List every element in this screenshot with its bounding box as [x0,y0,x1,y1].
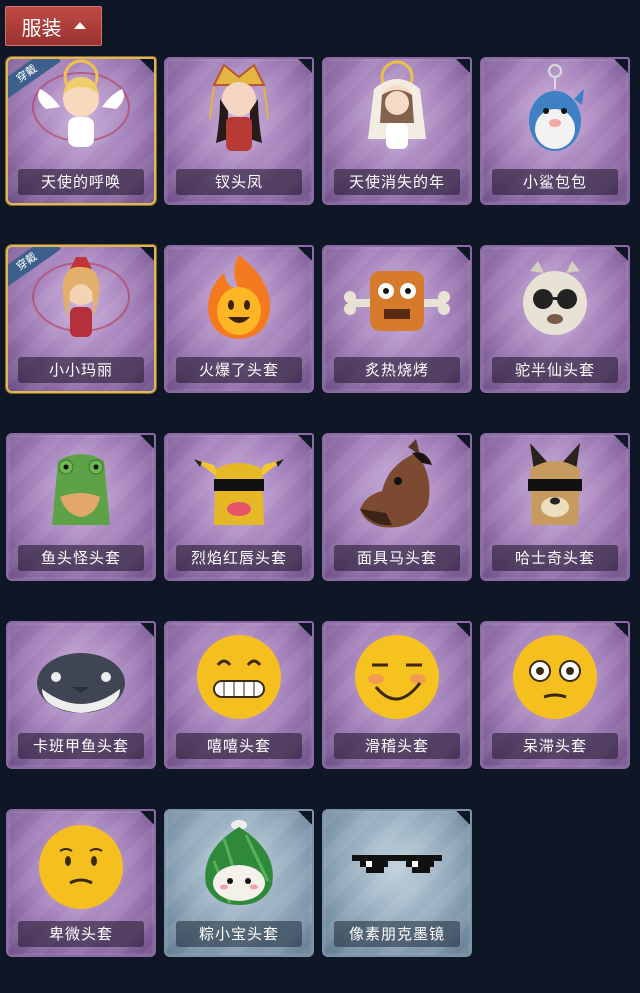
yellow-mask-icon [194,459,284,525]
mary-doll-icon [32,257,130,337]
fire-head-icon [208,255,271,339]
pixel-sunglasses-icon [352,855,442,873]
grin-emoji-icon [197,635,281,719]
costume-name: 天使的呼唤 [18,169,144,195]
husky-head-icon [528,443,582,525]
costume-name: 嘻嘻头套 [176,733,302,759]
humble-emoji-icon [39,825,123,909]
bbq-meat-icon [344,271,450,331]
costume-name: 天使消失的年 [334,169,460,195]
shark-keychain-icon [529,64,584,151]
costume-card[interactable]: 嘻嘻头套 [164,621,314,769]
costume-card[interactable]: 烈焰红唇头套 [164,433,314,581]
costume-name: 火爆了头套 [176,357,302,383]
costume-name: 小鲨包包 [492,169,618,195]
category-title: 服装 [21,15,62,40]
costume-card[interactable]: 钗头凤 [164,57,314,205]
costume-card[interactable]: 火爆了头套 [164,245,314,393]
costume-card[interactable]: 哈士奇头套 [480,433,630,581]
smirk-emoji-icon [355,635,439,719]
costume-name: 像素朋克墨镜 [334,921,460,947]
costume-name: 小小玛丽 [18,357,144,383]
costume-card[interactable]: 面具马头套 [322,433,472,581]
costume-card[interactable]: 天使消失的年 [322,57,472,205]
costume-name: 滑稽头套 [334,733,460,759]
costume-name: 粽小宝头套 [176,921,302,947]
costume-card[interactable]: 鱼头怪头套 [6,433,156,581]
costume-name: 鱼头怪头套 [18,545,144,571]
costume-name: 烈焰红唇头套 [176,545,302,571]
costume-card[interactable]: 小鲨包包 [480,57,630,205]
crowned-doll-icon [209,63,269,151]
costume-name: 炙热烧烤 [334,357,460,383]
angel-doll-icon [32,59,130,147]
costume-card[interactable]: 滑稽头套 [322,621,472,769]
chevron-up-icon [73,21,86,29]
costume-name: 驼半仙头套 [492,357,618,383]
zongzi-head-icon [205,820,273,905]
costume-card[interactable]: 驼半仙头套 [480,245,630,393]
costume-card[interactable]: 穿戴 小小玛丽 [6,245,156,393]
costume-grid: 穿戴 天使的呼唤 钗头凤 天使消失的年 小鲨包包 穿戴 小小玛丽 火爆了头套 炙… [6,57,630,957]
alpaca-head-icon [523,261,587,335]
costume-name: 哈士奇头套 [492,545,618,571]
whale-head-icon [37,653,125,713]
costume-category-toggle[interactable]: 服装 [5,6,102,46]
costume-name: 卑微头套 [18,921,144,947]
costume-name: 面具马头套 [334,545,460,571]
costume-name: 呆滞头套 [492,733,618,759]
costume-card[interactable]: 穿戴 天使的呼唤 [6,57,156,205]
costume-card[interactable]: 卡班甲鱼头套 [6,621,156,769]
costume-card[interactable]: 粽小宝头套 [164,809,314,957]
costume-card[interactable]: 像素朋克墨镜 [322,809,472,957]
horse-head-icon [360,439,432,528]
costume-card[interactable]: 呆滞头套 [480,621,630,769]
fish-head-icon [52,454,110,525]
costume-name: 卡班甲鱼头套 [18,733,144,759]
stare-emoji-icon [513,635,597,719]
costume-name: 钗头凤 [176,169,302,195]
veiled-doll-icon [368,60,426,149]
costume-card[interactable]: 炙热烧烤 [322,245,472,393]
costume-card[interactable]: 卑微头套 [6,809,156,957]
